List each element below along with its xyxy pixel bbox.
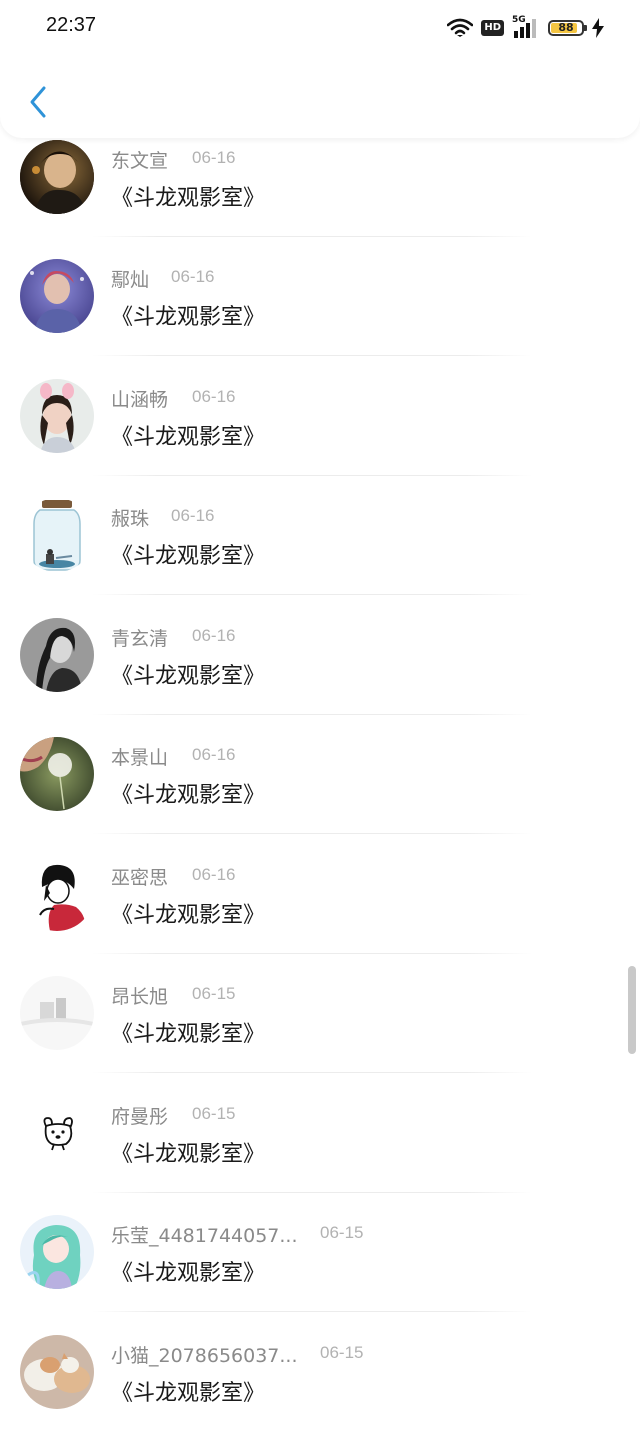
user-name[interactable]: 府曼彤 <box>111 1102 168 1129</box>
chevron-left-icon <box>27 85 49 123</box>
item-title[interactable]: 《斗龙观影室》 <box>111 419 265 451</box>
charging-icon <box>592 18 604 38</box>
signal-icon: 5G <box>512 15 540 39</box>
battery-cap <box>584 25 587 31</box>
wifi-icon <box>447 18 474 38</box>
back-button[interactable] <box>18 82 58 126</box>
user-name[interactable]: 鄢灿 <box>111 265 149 292</box>
user-name[interactable]: 巫密思 <box>111 863 168 890</box>
divider <box>92 594 532 595</box>
avatar[interactable] <box>20 1215 94 1289</box>
item-title[interactable]: 《斗龙观影室》 <box>111 1255 265 1287</box>
divider <box>92 833 532 834</box>
post-date: 06-16 <box>192 865 236 884</box>
post-date: 06-15 <box>320 1223 364 1242</box>
item-title[interactable]: 《斗龙观影室》 <box>111 299 265 331</box>
list-item[interactable]: 乐莹_4481744057... 06-15 《斗龙观影室》 <box>0 1215 640 1334</box>
post-date: 06-15 <box>192 1104 236 1123</box>
battery-icon: 88 <box>548 20 587 36</box>
avatar[interactable] <box>20 857 94 931</box>
post-date: 06-16 <box>192 387 236 406</box>
list-item[interactable]: 青玄清 06-16 《斗龙观影室》 <box>0 618 640 737</box>
avatar[interactable] <box>20 379 94 453</box>
hd-icon: HD <box>481 20 504 36</box>
list-item[interactable]: 昂长旭 06-15 《斗龙观影室》 <box>0 976 640 1095</box>
item-title[interactable]: 《斗龙观影室》 <box>111 538 265 570</box>
user-name[interactable]: 青玄清 <box>111 624 168 651</box>
avatar[interactable] <box>20 498 94 572</box>
post-date: 06-16 <box>192 626 236 645</box>
post-date: 06-16 <box>192 745 236 764</box>
status-icons: HD 5G 88 <box>447 15 604 40</box>
list-item[interactable]: 巫密思 06-16 《斗龙观影室》 <box>0 857 640 976</box>
divider <box>92 236 532 237</box>
item-title[interactable]: 《斗龙观影室》 <box>111 897 265 929</box>
user-name[interactable]: 乐莹_4481744057... <box>111 1221 298 1248</box>
item-title[interactable]: 《斗龙观影室》 <box>111 1375 265 1407</box>
list-item[interactable]: 鄢灿 06-16 《斗龙观影室》 <box>0 259 640 378</box>
list-item[interactable]: 赧珠 06-16 《斗龙观影室》 <box>0 498 640 617</box>
list-item[interactable]: 山涵畅 06-16 《斗龙观影室》 <box>0 379 640 498</box>
avatar[interactable] <box>20 618 94 692</box>
user-name[interactable]: 小猫_2078656037... <box>111 1341 298 1368</box>
divider <box>92 1192 532 1193</box>
avatar[interactable] <box>20 259 94 333</box>
post-date: 06-15 <box>320 1343 364 1362</box>
item-title[interactable]: 《斗龙观影室》 <box>111 777 265 809</box>
avatar[interactable] <box>20 976 94 1050</box>
item-title[interactable]: 《斗龙观影室》 <box>111 1136 265 1168</box>
divider <box>92 953 532 954</box>
post-date: 06-16 <box>192 148 236 167</box>
list-item[interactable]: 府曼彤 06-15 《斗龙观影室》 <box>0 1096 640 1215</box>
divider <box>92 1311 532 1312</box>
item-title[interactable]: 《斗龙观影室》 <box>111 658 265 690</box>
divider <box>92 714 532 715</box>
user-name[interactable]: 赧珠 <box>111 504 149 531</box>
list-item[interactable]: 本景山 06-16 《斗龙观影室》 <box>0 737 640 856</box>
scrollbar[interactable] <box>628 966 636 1054</box>
top-bar: 22:37 HD 5G 88 <box>0 0 640 138</box>
post-date: 06-16 <box>171 506 215 525</box>
user-name[interactable]: 东文宣 <box>111 146 168 173</box>
divider <box>92 1072 532 1073</box>
avatar[interactable] <box>20 1335 94 1409</box>
battery-level: 88 <box>558 21 574 34</box>
user-name[interactable]: 昂长旭 <box>111 982 168 1009</box>
divider <box>92 475 532 476</box>
list-item[interactable]: 小猫_2078656037... 06-15 《斗龙观影室》 <box>0 1335 640 1454</box>
divider <box>92 355 532 356</box>
avatar[interactable] <box>20 737 94 811</box>
list-item[interactable]: 东文宣 06-16 《斗龙观影室》 <box>0 140 640 259</box>
item-title[interactable]: 《斗龙观影室》 <box>111 1016 265 1048</box>
status-time: 22:37 <box>46 14 97 36</box>
user-name[interactable]: 本景山 <box>111 743 168 770</box>
user-name[interactable]: 山涵畅 <box>111 385 168 412</box>
post-date: 06-16 <box>171 267 215 286</box>
avatar[interactable] <box>20 1096 94 1170</box>
post-date: 06-15 <box>192 984 236 1003</box>
avatar[interactable] <box>20 140 94 214</box>
item-title[interactable]: 《斗龙观影室》 <box>111 180 265 212</box>
